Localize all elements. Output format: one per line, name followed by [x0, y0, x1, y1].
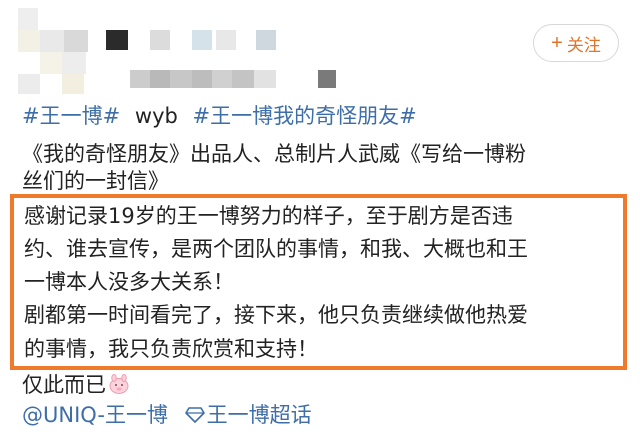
pig-emoji-icon [108, 373, 130, 395]
highlight-line: 感谢记录19岁的王一博努力的样子，至于剧方是否违 [24, 204, 513, 228]
intro-line: 《我的奇怪朋友》出品人、总制片人武威《写给一博粉 [22, 142, 526, 166]
follow-label: 关注 [566, 35, 601, 55]
intro-line: 丝们的一封信》 [22, 169, 169, 193]
hashtag-link[interactable]: #王一博# [22, 104, 120, 128]
mention-link[interactable]: @UNIQ-王一博 [22, 403, 168, 427]
plus-icon: + [551, 32, 563, 54]
closing-line: 仅此而已 [22, 370, 130, 400]
hashtag-text: wyb [134, 104, 178, 128]
hashtag-row: #王一博# wyb #王一博我的奇怪朋友# [22, 101, 425, 131]
closing-text: 仅此而已 [22, 373, 106, 397]
footer-links: @UNIQ-王一博 王一博超话 [22, 400, 312, 430]
highlight-line: 约、谁去宣传，是两个团队的事情，和我、大概也和王 [24, 237, 528, 261]
diamond-icon [184, 402, 205, 423]
hashtag-link[interactable]: #王一博我的奇怪朋友# [193, 104, 417, 128]
highlight-line: 剧都第一时间看完了，接下来，他只负责继续做他热爱 [24, 303, 528, 327]
follow-button[interactable]: + 关注 [533, 24, 619, 62]
highlight-line: 的事情，我只负责欣赏和支持！ [24, 337, 318, 361]
supertopic-link[interactable]: 王一博超话 [184, 402, 312, 427]
highlight-line: 一博本人没多大关系！ [24, 270, 234, 294]
supertopic-label: 王一博超话 [206, 403, 312, 427]
